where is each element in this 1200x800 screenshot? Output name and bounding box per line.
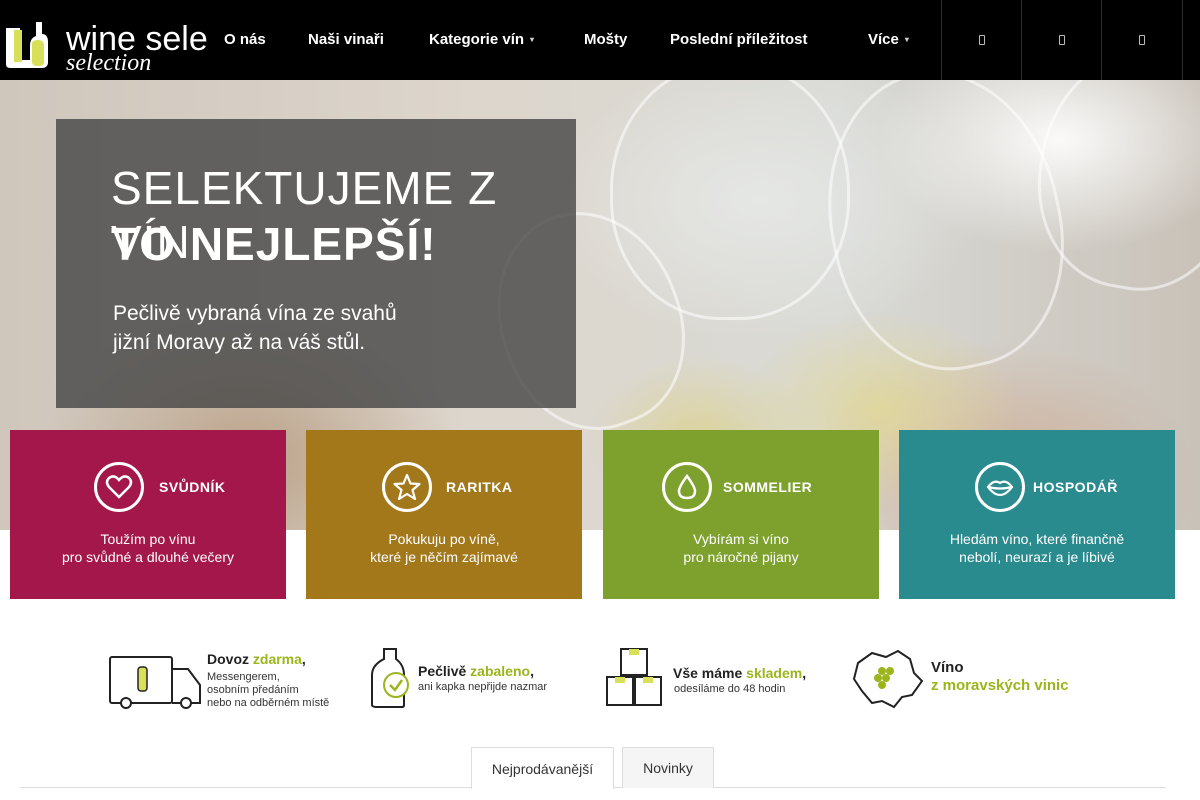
nav-label: O nás xyxy=(224,31,266,48)
benefit-subtitle: Messengerem, osobním předáním nebo na od… xyxy=(207,671,330,709)
search-icon xyxy=(978,35,985,45)
category-description: Pokukuju po víně, které je něčím zajímav… xyxy=(306,530,582,566)
tab-nejprodavanejsi[interactable]: Nejprodávanější xyxy=(471,747,614,789)
benefit-in-stock: Vše máme skladem, odesíláme do 48 hodin xyxy=(605,645,837,711)
logo[interactable]: wine selection selection xyxy=(2,8,208,72)
category-desc-line: pro svůdné a dlouhé večery xyxy=(62,549,234,565)
category-description: Vybírám si víno pro náročné pijany xyxy=(603,530,879,566)
hero-subtitle-line: jižní Moravy až na váš stůl. xyxy=(113,331,366,354)
category-tile-raritka[interactable]: RARITKA Pokukuju po víně, které je něčím… xyxy=(306,430,582,599)
nav-label: Kategorie vín xyxy=(429,31,525,48)
svg-text:selection: selection xyxy=(66,50,151,72)
category-title: RARITKA xyxy=(446,479,513,495)
category-desc-line: Hledám víno, které finančně xyxy=(949,531,1125,547)
search-button[interactable] xyxy=(941,0,1021,80)
page: wine selection selection O nás Naši vina… xyxy=(0,0,1200,800)
category-title: HOSPODÁŘ xyxy=(1033,479,1118,495)
hero-subtitle-line: Pečlivě vybraná vína ze svahů xyxy=(113,302,397,325)
cart-icon xyxy=(1139,35,1145,45)
lips-icon xyxy=(975,462,1025,512)
category-title: SOMMELIER xyxy=(723,479,813,495)
category-description: Hledám víno, které finančně nebolí, neur… xyxy=(899,530,1175,566)
nav-item-nasi-vinari[interactable]: Naši vinaři xyxy=(308,0,384,80)
benefit-careful-packing: Pečlivě zabaleno, ani kapka nepřijde naz… xyxy=(370,645,580,711)
benefit-title: Dovoz zdarma, xyxy=(207,651,306,667)
nav-label: Mošty xyxy=(584,31,628,48)
benefit-subtitle: odesíláme do 48 hodin xyxy=(674,683,786,695)
moravia-map-icon xyxy=(852,649,924,709)
nav-item-o-nas[interactable]: O nás xyxy=(224,0,266,80)
hero-subtitle: Pečlivě vybraná vína ze svahů jižní Mora… xyxy=(113,299,513,357)
wine-selection-logo: wine selection selection xyxy=(6,20,208,72)
benefit-free-delivery: Dovoz zdarma, Messengerem, osobním předá… xyxy=(108,645,338,711)
benefit-subtitle: ani kapka nepřijde nazmar xyxy=(418,681,548,693)
category-tile-sommelier[interactable]: SOMMELIER Vybírám si víno pro náročné pi… xyxy=(603,430,879,599)
benefit-title: Vše máme skladem, xyxy=(673,665,807,681)
category-desc-line: nebolí, neurazí a je líbivé xyxy=(959,549,1115,565)
nav-label: Naši vinaři xyxy=(308,31,384,48)
bottle-check-icon xyxy=(371,648,409,708)
nav-label: Více xyxy=(868,31,899,48)
benefit-title: Pečlivě zabaleno, xyxy=(418,663,534,679)
drop-icon xyxy=(662,462,712,512)
benefit-title-line2: z moravských vinic xyxy=(931,677,1069,694)
truck-icon xyxy=(109,656,201,709)
heart-icon xyxy=(94,462,144,512)
category-description: Toužím po vínu pro svůdné a dlouhé večer… xyxy=(10,530,286,566)
nav-item-posledni-prilezitost[interactable]: Poslední příležitost xyxy=(670,0,808,80)
category-tile-svudnik[interactable]: SVŮDNÍK Toužím po vínu pro svůdné a dlou… xyxy=(10,430,286,599)
nav-item-mosty[interactable]: Mošty xyxy=(584,0,627,80)
benefit-moravian-vineyards: Víno z moravských vinic xyxy=(852,645,1087,711)
tab-novinky[interactable]: Novinky xyxy=(622,747,714,788)
category-desc-line: pro náročné pijany xyxy=(683,549,799,565)
category-title: SVŮDNÍK xyxy=(159,479,226,495)
star-icon xyxy=(382,462,432,512)
tab-label: Nejprodávanější xyxy=(491,760,594,777)
category-tile-hospodar[interactable]: HOSPODÁŘ Hledám víno, které finančně neb… xyxy=(899,430,1175,599)
category-desc-line: Pokukuju po víně, xyxy=(388,531,500,547)
chevron-down-icon: ▾ xyxy=(530,35,535,45)
category-desc-line: Toužím po vínu xyxy=(100,531,196,547)
chevron-down-icon: ▾ xyxy=(904,35,909,45)
site-header: wine selection selection O nás Naši vina… xyxy=(0,0,1200,80)
nav-label: Poslední příležitost xyxy=(670,31,808,48)
nav-item-vice[interactable]: Více ▾ xyxy=(868,0,909,80)
hero-heading-line2: TO NEJLEPŠÍ! xyxy=(111,218,437,270)
account-button[interactable] xyxy=(1021,0,1101,80)
cart-button[interactable] xyxy=(1101,0,1183,80)
category-desc-line: které je něčím zajímavé xyxy=(370,549,518,565)
hero-text-box: SELEKTUJEME Z VÍN TO NEJLEPŠÍ! Pečlivě v… xyxy=(56,119,576,408)
boxes-icon xyxy=(606,648,662,706)
category-desc-line: Vybírám si víno xyxy=(693,531,789,547)
account-icon xyxy=(1058,35,1065,45)
tab-label: Novinky xyxy=(643,760,693,776)
benefit-title: Víno xyxy=(931,659,964,676)
wine-glass-image xyxy=(801,80,1089,391)
nav-item-kategorie-vin[interactable]: Kategorie vín ▾ xyxy=(429,0,534,80)
